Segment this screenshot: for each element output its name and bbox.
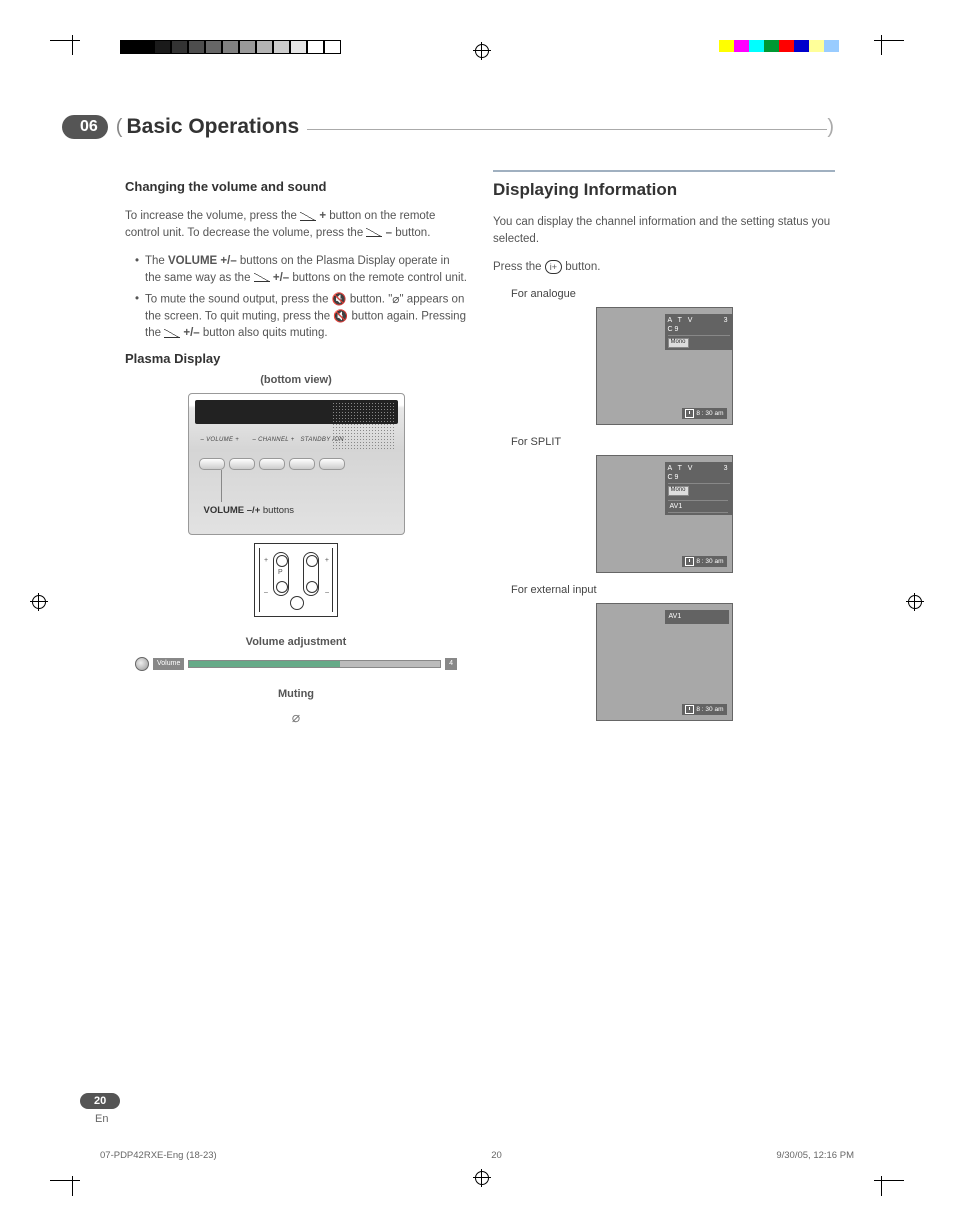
label-for-analogue: For analogue (511, 287, 835, 303)
mute-icon: 🔇 (332, 291, 347, 308)
volume-icon (300, 212, 316, 221)
volume-icon (254, 273, 270, 282)
page-language: En (95, 1113, 108, 1125)
bullet-mute: To mute the sound output, press the 🔇 bu… (135, 291, 467, 342)
footer-page: 20 (491, 1150, 502, 1161)
speaker-icon (135, 657, 149, 671)
mute-icon: 🔇 (333, 308, 348, 325)
footer-filename: 07-PDP42RXE-Eng (18-23) (100, 1150, 217, 1161)
osd-external: AV1 8 : 30 am (596, 603, 733, 721)
displaying-info-intro: You can display the channel information … (493, 214, 835, 247)
page-number: 20 (80, 1093, 120, 1109)
press-info-instruction: Press the i+ button. (493, 259, 835, 276)
chapter-header: 06 ( Basic Operations ) (62, 115, 834, 139)
clock-icon (685, 705, 694, 714)
registration-mark-icon (908, 595, 922, 609)
osd-split: A T V3 C 9 Mono AV1 8 : 30 am (596, 455, 733, 573)
label-volume-adjustment: Volume adjustment (125, 635, 467, 651)
color-swatch-bar (719, 40, 854, 52)
label-muting: Muting (125, 687, 467, 703)
chapter-number: 06 (62, 115, 108, 139)
right-column: Displaying Information You can display t… (493, 170, 835, 731)
bullet-volume-buttons: The VOLUME +/– buttons on the Plasma Dis… (135, 253, 467, 286)
volume-icon (164, 329, 180, 338)
label-bottom-view: (bottom view) (125, 373, 467, 389)
grayscale-swatch-bar (120, 40, 341, 52)
page-content: Changing the volume and sound To increas… (125, 170, 835, 731)
volume-icon (366, 228, 382, 237)
label-for-external: For external input (511, 583, 835, 599)
heading-plasma-display: Plasma Display (125, 350, 467, 369)
heading-changing-volume: Changing the volume and sound (125, 178, 467, 197)
chapter-title: Basic Operations (126, 115, 299, 139)
osd-analogue: A T V3 C 9 Mono 8 : 30 am (596, 307, 733, 425)
section-title-displaying-info: Displaying Information (493, 178, 835, 203)
clock-icon (685, 409, 694, 418)
plasma-display-bottom-illustration: – VOLUME + – CHANNEL + STANDBY /ON VOLUM… (188, 393, 405, 535)
footer-timestamp: 9/30/05, 12:16 PM (776, 1150, 854, 1161)
volume-osd-bar: Volume 4 (125, 657, 467, 671)
mute-cross-icon: ⌀ (392, 291, 399, 308)
remote-buttons-illustration: + – + – P (254, 543, 338, 617)
registration-mark-icon (32, 595, 46, 609)
clock-icon (685, 557, 694, 566)
volume-intro-text: To increase the volume, press the + butt… (125, 208, 467, 241)
registration-mark-icon (475, 1171, 489, 1185)
info-button-icon: i+ (545, 260, 562, 274)
left-column: Changing the volume and sound To increas… (125, 170, 467, 731)
volume-buttons-callout: VOLUME –/+ buttons (204, 504, 295, 518)
mute-cross-icon: ⌀ (125, 707, 467, 727)
label-for-split: For SPLIT (511, 435, 835, 451)
registration-mark-icon (475, 44, 489, 58)
print-footer: 07-PDP42RXE-Eng (18-23) 20 9/30/05, 12:1… (100, 1150, 854, 1161)
